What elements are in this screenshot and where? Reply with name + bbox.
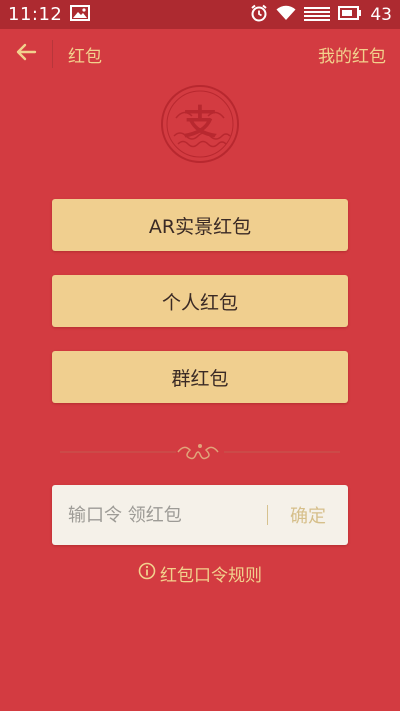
status-time: 11:12 xyxy=(8,4,63,25)
my-red-packets-link[interactable]: 我的红包 xyxy=(318,42,386,67)
logo-glyph: 支 xyxy=(183,103,217,143)
battery-icon xyxy=(338,5,362,24)
rules-label: 红包口令规则 xyxy=(160,565,262,586)
personal-red-packet-button[interactable]: 个人红包 xyxy=(52,275,348,327)
password-field: 确定 xyxy=(52,484,348,546)
page-title: 红包 xyxy=(68,46,102,67)
arrow-left-icon xyxy=(15,43,37,65)
ar-red-packet-button[interactable]: AR实景红包 xyxy=(52,199,348,251)
header-divider xyxy=(52,40,53,68)
rules-link[interactable]: 红包口令规则 xyxy=(0,560,400,586)
signal-icon xyxy=(304,5,331,25)
status-bar: 11:12 43 xyxy=(0,0,400,29)
image-icon xyxy=(70,4,91,25)
password-input[interactable] xyxy=(52,484,267,546)
confirm-button[interactable]: 确定 xyxy=(268,502,348,528)
alipay-logo: 支 xyxy=(160,84,240,164)
battery-level: 43 xyxy=(370,4,392,25)
info-circle-icon xyxy=(138,562,156,585)
wifi-icon xyxy=(276,5,296,25)
ornament-divider xyxy=(60,440,340,464)
alarm-icon xyxy=(250,4,268,26)
app-bar: 红包 我的红包 xyxy=(0,29,400,79)
group-red-packet-button[interactable]: 群红包 xyxy=(52,351,348,403)
back-button[interactable] xyxy=(0,29,52,79)
